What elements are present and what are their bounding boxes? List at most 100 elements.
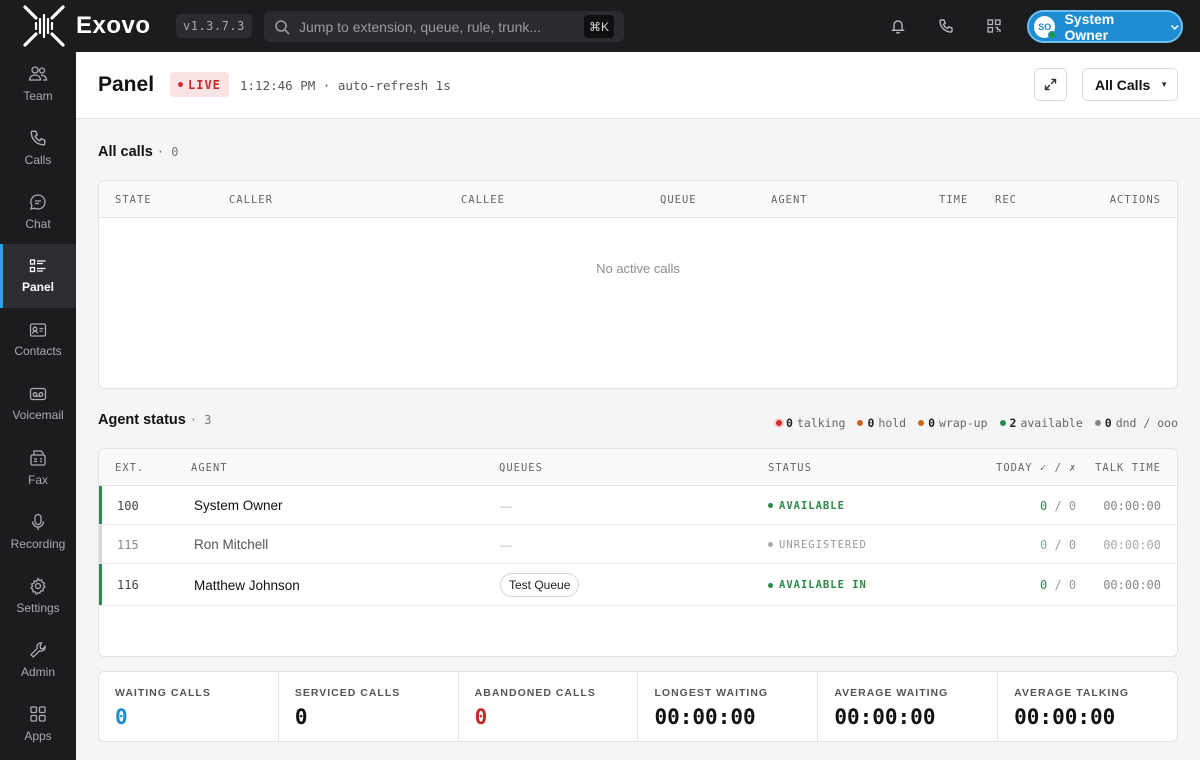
sidebar-item-recording[interactable]: Recording [0, 500, 76, 564]
agent-ext: 115 [117, 537, 139, 552]
stat-value: 00:00:00 [654, 705, 756, 729]
gear-icon [30, 577, 46, 595]
stat-label: AVERAGE WAITING [834, 687, 949, 699]
stat-value: 00:00:00 [1014, 705, 1116, 729]
sidebar: Team Calls Chat Panel Contacts Voicemail… [0, 52, 76, 760]
live-badge: LIVE [170, 72, 229, 97]
calls-table: STATE CALLER CALLEE QUEUE AGENT TIME REC… [98, 180, 1178, 389]
column-queues[interactable]: QUEUES [499, 462, 543, 474]
status-bar [99, 564, 102, 605]
search-shortcut: ⌘K [584, 15, 614, 38]
sidebar-item-team[interactable]: Team [0, 52, 76, 116]
sidebar-item-label: Panel [21, 280, 54, 294]
sidebar-item-calls[interactable]: Calls [0, 116, 76, 180]
column-today[interactable]: TODAY ✓ / ✗ [996, 462, 1077, 474]
sidebar-item-contacts[interactable]: Contacts [0, 308, 76, 372]
page-header: Panel LIVE 1:12:46 PM · auto-refresh 1s … [76, 52, 1200, 119]
top-bar: Exovo v1.3.7.3 Jump to extension, queue,… [0, 0, 1200, 52]
brand[interactable]: Exovo [0, 0, 170, 52]
column-caller[interactable]: CALLER [229, 194, 273, 206]
phone-icon [939, 19, 953, 33]
sidebar-item-label: Chat [25, 217, 51, 231]
logo-icon [23, 5, 65, 47]
refresh-interval: auto-refresh 1s [337, 78, 451, 93]
sidebar-item-admin[interactable]: Admin [0, 628, 76, 692]
table-row[interactable]: 100 System Owner — AVAILABLE 0 / 0 00:00… [99, 486, 1177, 525]
sidebar-item-settings[interactable]: Settings [0, 564, 76, 628]
status-badge: AVAILABLE [768, 486, 845, 525]
agent-status-legend: 0 talking 0 hold 0 wrap-up 2 available 0 dnd … [764, 416, 1178, 430]
hold-dot [857, 420, 864, 426]
chat-icon [30, 194, 46, 210]
column-ext[interactable]: EXT. [115, 462, 144, 474]
sidebar-item-label: Fax [27, 473, 48, 487]
stat-average-waiting: AVERAGE WAITING 00:00:00 [818, 672, 999, 741]
stat-label: LONGEST WAITING [654, 687, 769, 699]
column-status[interactable]: STATUS [768, 462, 812, 474]
search-input[interactable]: Jump to extension, queue, rule, trunk... [299, 19, 541, 35]
call-filter-select[interactable]: All Calls ▼ [1082, 68, 1178, 101]
microphone-icon [31, 513, 45, 530]
bell-icon [891, 20, 905, 34]
notifications-button[interactable] [886, 14, 910, 38]
column-state[interactable]: STATE [115, 194, 152, 206]
panel-list-icon [29, 259, 46, 273]
wrap-up-dot [918, 420, 925, 426]
stat-label: ABANDONED CALLS [474, 687, 596, 699]
column-time[interactable]: TIME [939, 194, 968, 206]
agent-ext: 100 [117, 498, 139, 513]
column-rec[interactable]: REC [995, 194, 1017, 206]
queue-chip[interactable]: Test Queue [500, 573, 580, 597]
agents-count: · 3 [189, 413, 212, 427]
agent-today: 0 / 0 [1040, 578, 1077, 592]
fullscreen-button[interactable] [1034, 68, 1067, 101]
queue-stats-bar: WAITING CALLS 0 SERVICED CALLS 0 ABANDON… [98, 671, 1178, 742]
column-callee[interactable]: CALLEE [461, 194, 505, 206]
apps-grid-icon [30, 706, 46, 722]
sidebar-item-label: Team [23, 89, 53, 103]
sidebar-item-voicemail[interactable]: Voicemail [0, 372, 76, 436]
expand-icon [1044, 78, 1057, 91]
stat-value: 0 [115, 705, 128, 729]
sidebar-item-fax[interactable]: Fax [0, 436, 76, 500]
chevron-down-icon [1171, 24, 1180, 30]
column-talk-time[interactable]: TALK TIME [1095, 462, 1161, 474]
user-menu-button[interactable]: SO System Owner [1027, 10, 1183, 43]
caret-down-icon: ▼ [1160, 80, 1169, 89]
stat-serviced-calls: SERVICED CALLS 0 [279, 672, 459, 741]
stat-value: 0 [474, 705, 488, 729]
table-row[interactable]: 115 Ron Mitchell — UNREGISTERED 0 / 0 00… [99, 525, 1177, 564]
agent-talk-time: 00:00:00 [1103, 578, 1161, 592]
fax-icon [30, 450, 46, 466]
column-agent[interactable]: AGENT [771, 194, 808, 206]
wrench-icon [30, 642, 46, 658]
table-row[interactable]: 116 Matthew Johnson Test Queue AVAILABLE… [99, 564, 1177, 606]
agent-name: Matthew Johnson [194, 577, 300, 593]
status-bar [99, 486, 102, 524]
column-agent[interactable]: AGENT [191, 462, 228, 474]
agent-queues: Test Queue [500, 564, 580, 606]
search-icon [275, 19, 290, 34]
search-bar[interactable]: Jump to extension, queue, rule, trunk...… [264, 11, 624, 42]
agent-talk-time: 00:00:00 [1103, 498, 1161, 513]
status-bar [99, 525, 102, 563]
sidebar-item-label: Admin [20, 665, 55, 679]
sidebar-item-label: Calls [24, 153, 52, 167]
legend-dnd: 0 dnd / ooo [1094, 416, 1178, 430]
call-filter-value: All Calls [1095, 76, 1151, 93]
avatar: SO [1034, 15, 1057, 39]
sidebar-item-apps[interactable]: Apps [0, 692, 76, 756]
sidebar-item-panel[interactable]: Panel [0, 244, 76, 308]
agent-name: System Owner [194, 498, 283, 513]
app-name: Exovo [76, 12, 151, 39]
stat-label: AVERAGE TALKING [1014, 687, 1130, 699]
phone-button[interactable] [934, 14, 958, 38]
live-dot [178, 82, 183, 87]
sidebar-item-label: Voicemail [12, 408, 64, 422]
qr-code-button[interactable] [982, 14, 1006, 38]
column-queue[interactable]: QUEUE [660, 194, 697, 206]
sidebar-item-chat[interactable]: Chat [0, 180, 76, 244]
refresh-status: 1:12:46 PM · auto-refresh 1s [240, 78, 451, 93]
agents-table-header: EXT. AGENT QUEUES STATUS TODAY ✓ / ✗ TAL… [99, 449, 1177, 486]
stat-abandoned-calls: ABANDONED CALLS 0 [459, 672, 639, 741]
